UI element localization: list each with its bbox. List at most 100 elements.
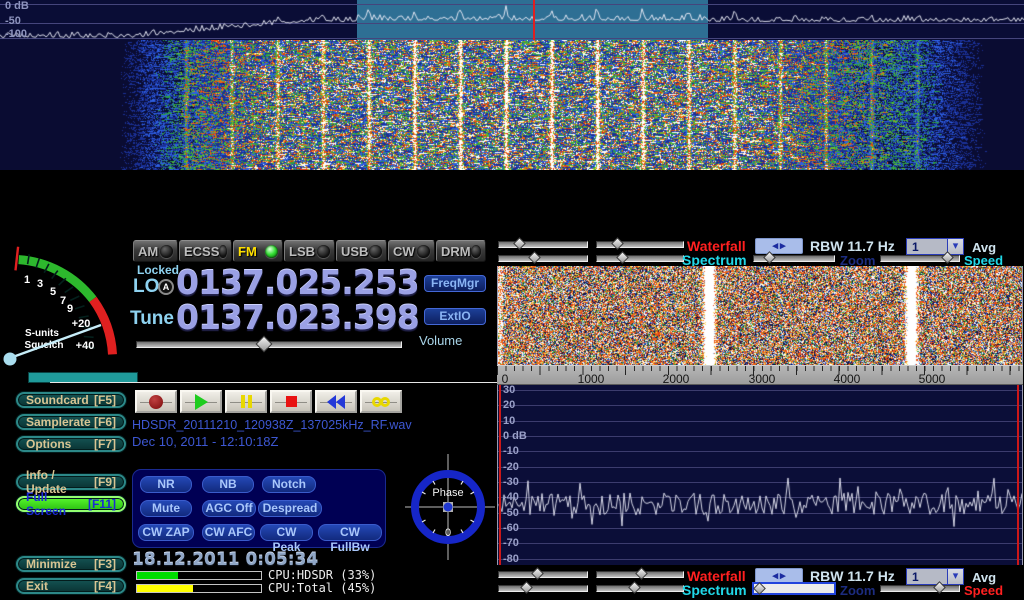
lo-sync-badge[interactable]: A bbox=[158, 279, 174, 295]
info-update-button[interactable]: Info / Update[F9] bbox=[16, 474, 126, 490]
right-waterfall-frame bbox=[497, 266, 1023, 365]
cpu-hdsdr-label: CPU:HDSDR (33%) bbox=[268, 568, 376, 582]
db-label: 20 bbox=[503, 399, 515, 411]
s-meter-pivot bbox=[4, 353, 17, 366]
phase-value: 0 bbox=[445, 527, 451, 539]
notch-button[interactable]: Notch bbox=[262, 476, 316, 493]
chevron-down-icon[interactable]: ▾ bbox=[947, 569, 963, 584]
phase-center-dot bbox=[444, 503, 453, 512]
avg-select-top[interactable]: 1▾ bbox=[906, 238, 964, 255]
fm-led bbox=[265, 245, 278, 258]
soundcard-button[interactable]: Soundcard[F5] bbox=[16, 392, 126, 408]
right-frequency-scale[interactable]: 0 1000 2000 3000 4000 5000 bbox=[497, 365, 1023, 385]
recording-filename: HDSDR_20111210_120938Z_137025kHz_RF.wav bbox=[132, 418, 412, 432]
avg-select-bottom[interactable]: 1▾ bbox=[906, 568, 964, 585]
play-icon bbox=[195, 394, 208, 410]
tune-cursor[interactable] bbox=[533, 0, 535, 40]
speed-slider-bottom[interactable] bbox=[880, 585, 960, 592]
mode-button-cw[interactable]: CW bbox=[388, 240, 435, 262]
pan-scrollbar-top[interactable]: ◂▸ bbox=[755, 238, 803, 254]
mode-button-lsb[interactable]: LSB bbox=[284, 240, 335, 262]
db-label: -50 bbox=[5, 15, 21, 27]
db-label: 30 bbox=[503, 385, 515, 396]
minimize-button[interactable]: Minimize[F3] bbox=[16, 556, 126, 572]
volume-slider-thumb[interactable] bbox=[256, 336, 273, 353]
db-label: -80 bbox=[503, 553, 519, 565]
smeter-tick-5: 5 bbox=[50, 286, 56, 298]
db-label: -50 bbox=[503, 507, 519, 519]
mode-button-drm[interactable]: DRM bbox=[436, 240, 486, 262]
db-label: 0 dB bbox=[5, 0, 29, 12]
separator-line bbox=[50, 382, 497, 383]
db-label: -100 bbox=[5, 28, 27, 40]
pan-right-icon[interactable]: ▸ bbox=[780, 241, 786, 252]
despread-button[interactable]: Despread bbox=[258, 500, 322, 517]
chevron-down-icon[interactable]: ▾ bbox=[947, 239, 963, 254]
nr-button[interactable]: NR bbox=[140, 476, 192, 493]
s-meter[interactable]: 1 3 5 7 9 +20 +40 S-units Squelch bbox=[2, 238, 128, 378]
pause-button[interactable] bbox=[225, 390, 267, 413]
cw-afc-button[interactable]: CW AFC bbox=[202, 524, 255, 541]
options-button[interactable]: Options[F7] bbox=[16, 436, 126, 452]
lo-frequency-display[interactable]: 0137.025.253 bbox=[176, 266, 419, 299]
db-label: 10 bbox=[503, 415, 515, 427]
main-spectrum-trace bbox=[0, 0, 1024, 40]
zoom-label-bottom: Zoom bbox=[840, 583, 875, 598]
cpu-total-label: CPU:Total (45%) bbox=[268, 581, 376, 595]
stop-button[interactable] bbox=[270, 390, 312, 413]
af-label: 5000 bbox=[919, 372, 946, 386]
mode-button-fm[interactable]: FM bbox=[233, 240, 283, 262]
pan-right-icon[interactable]: ▸ bbox=[780, 571, 786, 582]
spectrum-gain-slider[interactable] bbox=[498, 255, 588, 262]
smeter-caption-1: S-units bbox=[25, 328, 59, 339]
waterfall-brightness-slider[interactable] bbox=[596, 241, 684, 248]
rewind-button[interactable] bbox=[315, 390, 357, 413]
loop-button[interactable] bbox=[360, 390, 402, 413]
extio-button[interactable]: ExtIO bbox=[424, 308, 486, 325]
agc-off-button[interactable]: AGC Off bbox=[202, 500, 256, 517]
lo-label: LO bbox=[133, 276, 159, 298]
freqmgr-button[interactable]: FreqMgr bbox=[424, 275, 486, 292]
nb-button[interactable]: NB bbox=[202, 476, 254, 493]
hdsdr-window: 137000 137005 137010 137015 137020 13702… bbox=[0, 0, 1024, 600]
pan-left-icon[interactable]: ◂ bbox=[772, 571, 778, 582]
band-edge-cursor-right bbox=[1017, 385, 1019, 565]
samplerate-button[interactable]: Samplerate[F6] bbox=[16, 414, 126, 430]
right-spectrum[interactable]: 30 20 10 0 dB -10 -20 -30 -40 -50 -60 -7… bbox=[497, 385, 1023, 565]
smeter-tick-1: 1 bbox=[24, 274, 30, 286]
mode-button-am[interactable]: AM bbox=[133, 240, 178, 262]
tune-frequency-display[interactable]: 0137.023.398 bbox=[176, 301, 419, 334]
mode-button-usb[interactable]: USB bbox=[336, 240, 387, 262]
rbw-label-top: RBW 11.7 Hz bbox=[810, 238, 895, 254]
play-button[interactable] bbox=[180, 390, 222, 413]
spectrum-gain-slider-bottom[interactable] bbox=[498, 585, 588, 592]
db-label: -70 bbox=[503, 537, 519, 549]
right-waterfall[interactable] bbox=[498, 266, 1022, 365]
band-edge-cursor-left bbox=[499, 385, 501, 565]
phase-dial[interactable]: Phase 0 bbox=[403, 452, 497, 562]
exit-button[interactable]: Exit[F4] bbox=[16, 578, 126, 594]
pan-left-icon[interactable]: ◂ bbox=[772, 241, 778, 252]
smeter-tick-7: 7 bbox=[60, 295, 66, 307]
waterfall-contrast-slider[interactable] bbox=[498, 241, 588, 248]
smeter-tick-p20: +20 bbox=[72, 318, 91, 330]
cw-zap-button[interactable]: CW ZAP bbox=[138, 524, 194, 541]
cw-peak-button[interactable]: CW Peak bbox=[260, 524, 313, 541]
smeter-tick-9: 9 bbox=[67, 303, 73, 315]
peak-marker bbox=[16, 247, 19, 271]
main-spectrum[interactable]: 0 dB -50 -100 bbox=[0, 0, 1024, 40]
af-label: 3000 bbox=[749, 372, 776, 386]
cw-fullbw-button[interactable]: CW FullBw bbox=[318, 524, 382, 541]
mute-button[interactable]: Mute bbox=[140, 500, 192, 517]
af-label: 4000 bbox=[834, 372, 861, 386]
db-label: -60 bbox=[503, 522, 519, 534]
spectrum-range-slider[interactable] bbox=[596, 255, 684, 262]
avg-select-value: 1 bbox=[907, 239, 947, 254]
cpu-total-fill bbox=[137, 585, 193, 592]
fullscreen-button[interactable]: Full Screen[F11] bbox=[16, 496, 126, 512]
mode-button-ecss[interactable]: ECSS bbox=[179, 240, 232, 262]
usb-led bbox=[369, 245, 382, 258]
db-label: -30 bbox=[503, 476, 519, 488]
locked-label: Locked bbox=[137, 263, 179, 277]
record-button[interactable] bbox=[135, 390, 177, 413]
